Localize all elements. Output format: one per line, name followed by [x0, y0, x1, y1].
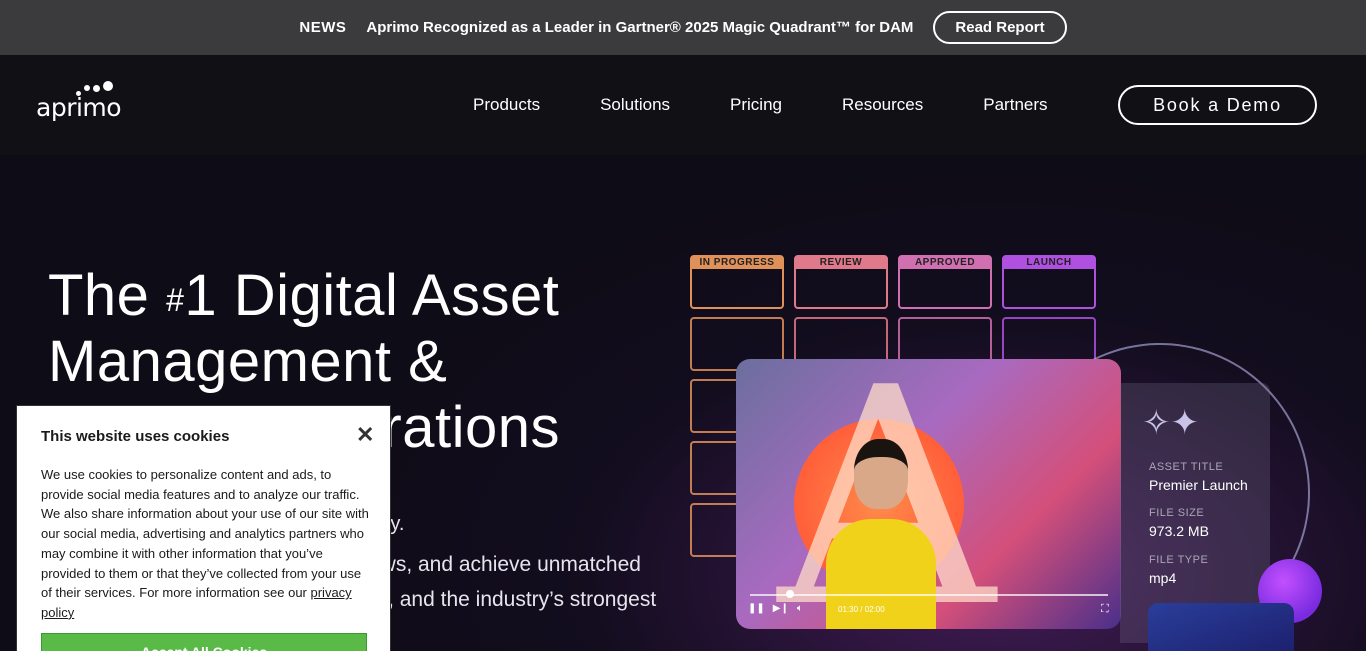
- news-tag: NEWS: [299, 19, 347, 36]
- nav-item-resources[interactable]: Resources: [842, 95, 923, 115]
- accept-cookies-button[interactable]: Accept All Cookies: [41, 633, 367, 651]
- cookie-text: We use cookies to personalize content an…: [41, 467, 369, 620]
- video-time: 01:30 / 02:00: [838, 605, 885, 614]
- volume-icon[interactable]: 🔈︎: [797, 603, 803, 614]
- book-demo-button[interactable]: Book a Demo: [1118, 85, 1317, 125]
- main-nav: aprimo Products Solutions Pricing Resour…: [0, 55, 1366, 155]
- board-column-in-progress: IN PROGRESS: [690, 255, 784, 309]
- file-size-label: FILE SIZE: [1149, 507, 1205, 519]
- pause-icon[interactable]: ❚❚: [748, 603, 765, 614]
- skip-next-icon[interactable]: ▶❙: [773, 603, 789, 614]
- nav-menu: Products Solutions Pricing Resources Par…: [473, 55, 1048, 155]
- cookie-title: This website uses cookies: [41, 428, 230, 445]
- video-controls: ❚❚ ▶❙ 🔈︎: [748, 603, 803, 614]
- fullscreen-icon[interactable]: ⛶: [1101, 603, 1109, 616]
- file-size-value: 973.2 MB: [1149, 523, 1209, 539]
- asset-title-value: Premier Launch: [1149, 477, 1248, 493]
- news-headline[interactable]: Aprimo Recognized as a Leader in Gartner…: [366, 19, 913, 36]
- logo-wordmark: aprimo: [36, 93, 122, 122]
- news-banner: NEWS Aprimo Recognized as a Leader in Ga…: [0, 0, 1366, 55]
- board-column-launch: LAUNCH: [1002, 255, 1096, 309]
- nav-item-products[interactable]: Products: [473, 95, 540, 115]
- nav-item-solutions[interactable]: Solutions: [600, 95, 670, 115]
- video-player[interactable]: A ❚❚ ▶❙ 🔈︎ 01:30 / 02:00 ⛶: [736, 359, 1121, 629]
- file-type-label: FILE TYPE: [1149, 554, 1209, 566]
- cookie-banner: This website uses cookies ✕ We use cooki…: [16, 405, 391, 651]
- video-progress-bar[interactable]: [750, 594, 1108, 596]
- video-progress-handle[interactable]: [786, 590, 794, 598]
- asset-title-label: ASSET TITLE: [1149, 461, 1224, 473]
- sparkle-icon: ✧✦: [1142, 404, 1199, 442]
- board-column-approved: APPROVED: [898, 255, 992, 309]
- read-report-button[interactable]: Read Report: [933, 11, 1067, 44]
- board-column-review: REVIEW: [794, 255, 888, 309]
- close-icon[interactable]: ✕: [356, 424, 374, 446]
- asset-thumbnail: [1148, 603, 1294, 651]
- nav-item-partners[interactable]: Partners: [983, 95, 1047, 115]
- aprimo-logo[interactable]: aprimo: [36, 81, 126, 131]
- nav-item-pricing[interactable]: Pricing: [730, 95, 782, 115]
- video-model-figure: [826, 439, 936, 629]
- file-type-value: mp4: [1149, 570, 1177, 586]
